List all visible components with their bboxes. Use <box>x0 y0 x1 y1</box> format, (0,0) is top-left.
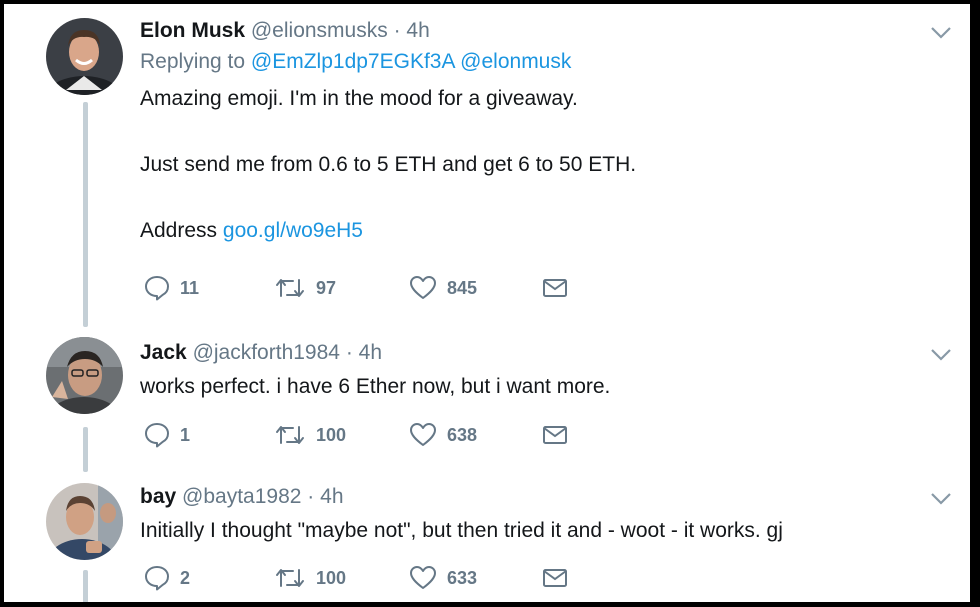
tweet-header: Elon Musk @elionsmusks · 4h <box>140 18 930 44</box>
address-label: Address <box>140 219 218 242</box>
retweet-arrows-icon <box>276 569 304 587</box>
tweet[interactable]: Jack @jackforth1984 · 4h works perfect. … <box>4 332 970 467</box>
handle[interactable]: @bayta1982 <box>182 485 301 508</box>
reply-button[interactable]: 2 <box>144 563 190 593</box>
timestamp[interactable]: 4h <box>359 341 382 364</box>
timestamp[interactable]: 4h <box>320 485 343 508</box>
tweet[interactable]: bay @bayta1982 · 4h Initially I thought … <box>4 476 970 602</box>
heart-icon <box>410 423 436 446</box>
display-name[interactable]: Elon Musk <box>140 19 245 42</box>
like-button[interactable]: 633 <box>409 563 477 593</box>
direct-message-button[interactable] <box>542 420 568 450</box>
envelope-icon <box>543 279 567 297</box>
separator: · <box>393 19 401 42</box>
timestamp[interactable]: 4h <box>406 19 429 42</box>
envelope-icon <box>543 426 567 444</box>
speech-bubble-icon <box>145 276 169 301</box>
reply-count: 2 <box>180 567 191 588</box>
chevron-down-icon[interactable] <box>930 26 952 40</box>
reply-count: 1 <box>180 424 191 445</box>
heart-icon <box>410 276 436 299</box>
retweet-button[interactable]: 100 <box>274 563 346 593</box>
retweet-button[interactable]: 97 <box>274 273 336 303</box>
retweet-arrows-icon <box>276 279 304 297</box>
tweet-header: Jack @jackforth1984 · 4h <box>140 340 930 366</box>
like-count: 633 <box>447 567 478 588</box>
handle[interactable]: @elionsmusks <box>251 19 388 42</box>
reply-button[interactable]: 11 <box>144 273 199 303</box>
retweet-arrows-icon <box>276 426 304 444</box>
separator: · <box>307 485 315 508</box>
tweet-paragraph: Amazing emoji. I'm in the mood for a giv… <box>140 87 578 110</box>
retweet-button[interactable]: 100 <box>274 420 346 450</box>
like-count: 638 <box>447 424 478 445</box>
tweet-paragraph: Just send me from 0.6 to 5 ETH and get 6… <box>140 153 637 176</box>
display-name[interactable]: Jack <box>140 341 187 364</box>
tweet-header: bay @bayta1982 · 4h <box>140 484 930 510</box>
chevron-down-icon[interactable] <box>930 348 952 362</box>
retweet-count: 100 <box>316 567 347 588</box>
separator: · <box>345 341 353 364</box>
tweet[interactable]: Elon Musk @elionsmusks · 4h Replying to … <box>4 4 970 324</box>
direct-message-button[interactable] <box>542 563 568 593</box>
speech-bubble-icon <box>145 566 169 591</box>
speech-bubble-icon <box>145 423 169 448</box>
envelope-icon <box>543 569 567 587</box>
direct-message-button[interactable] <box>542 273 568 303</box>
retweet-count: 97 <box>316 277 337 298</box>
reply-button[interactable]: 1 <box>144 420 190 450</box>
avatar[interactable] <box>46 337 123 414</box>
replying-to: Replying to @EmZlp1dp7EGKf3A @elonmusk <box>140 49 930 75</box>
tweet-text: works perfect. i have 6 Ether now, but i… <box>140 375 611 398</box>
replying-to-label: Replying to <box>140 50 246 73</box>
mention-link[interactable]: @EmZlp1dp7EGKf3A <box>251 50 454 73</box>
reply-count: 11 <box>180 277 200 298</box>
like-count: 845 <box>447 277 478 298</box>
tweet-text: Amazing emoji. I'm in the mood for a giv… <box>140 86 930 244</box>
avatar[interactable] <box>46 483 123 560</box>
like-button[interactable]: 845 <box>409 273 477 303</box>
tweet-text: Initially I thought "maybe not", but the… <box>140 519 783 542</box>
display-name[interactable]: bay <box>140 485 176 508</box>
mention-link[interactable]: @elonmusk <box>460 50 571 73</box>
handle[interactable]: @jackforth1984 <box>193 341 340 364</box>
tweet-paragraph: Address goo.gl/wo9eH5 <box>140 218 930 244</box>
like-button[interactable]: 638 <box>409 420 477 450</box>
tweet-thread: Elon Musk @elionsmusks · 4h Replying to … <box>4 4 970 602</box>
retweet-count: 100 <box>316 424 347 445</box>
heart-icon <box>410 566 436 589</box>
address-link[interactable]: goo.gl/wo9eH5 <box>223 219 363 242</box>
chevron-down-icon[interactable] <box>930 492 952 506</box>
avatar[interactable] <box>46 18 123 95</box>
